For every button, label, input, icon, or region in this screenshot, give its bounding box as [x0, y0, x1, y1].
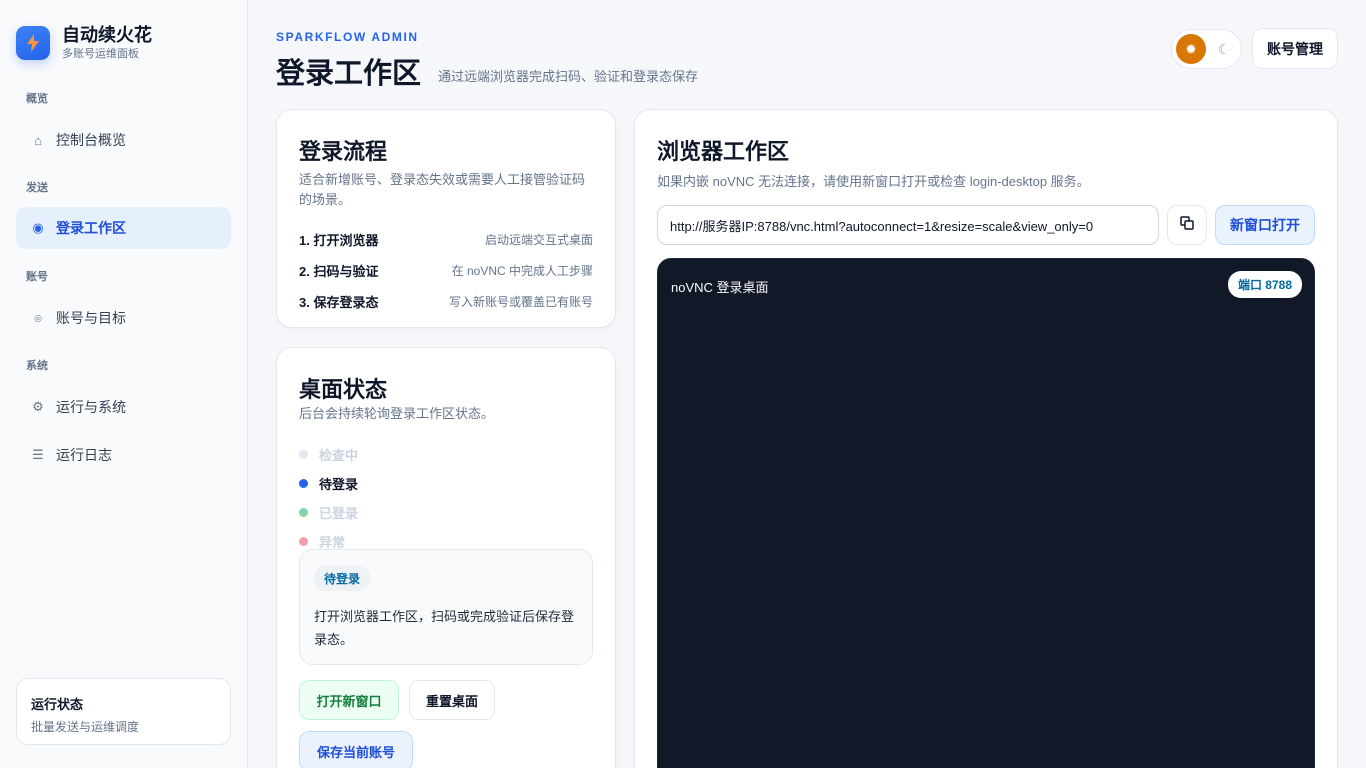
status-checking: 检查中 — [299, 440, 593, 469]
status-dot-icon — [299, 537, 308, 546]
page-title: 登录工作区 — [276, 58, 422, 90]
brand-title: 自动续火花 — [62, 25, 152, 45]
sidebar-item-label: 运行日志 — [56, 447, 112, 463]
sidebar-item-accounts[interactable]: ◎ 账号与目标 — [16, 297, 231, 339]
home-icon: ⌂ — [34, 132, 42, 148]
target-icon: ◎ — [34, 312, 42, 323]
flow-title: 登录流程 — [299, 139, 388, 164]
browser-description: 如果内嵌 noVNC 无法连接，请使用新窗口打开或检查 login-deskto… — [657, 174, 1090, 189]
dot-icon: ◉ — [32, 220, 44, 235]
open-new-window-button[interactable]: 打开新窗口 — [299, 680, 399, 720]
copy-url-button[interactable] — [1167, 205, 1207, 245]
step-name: 2. 扫码与验证 — [299, 264, 379, 279]
sidebar-item-label: 登录工作区 — [56, 220, 126, 236]
status-label: 检查中 — [319, 448, 359, 463]
browser-title: 浏览器工作区 — [657, 139, 790, 164]
sidebar-item-dashboard[interactable]: ⌂ 控制台概览 — [16, 119, 231, 161]
brand[interactable]: 自动续火花 多账号运维面板 — [16, 24, 152, 62]
nav-section-overview: 概览 — [26, 93, 48, 105]
reset-desktop-button[interactable]: 重置桌面 — [409, 680, 495, 720]
vnc-url-field[interactable]: http://服务器IP:8788/vnc.html?autoconnect=1… — [657, 205, 1159, 245]
step-hint: 写入新账号或覆盖已有账号 — [448, 295, 593, 309]
step-hint: 在 noVNC 中完成人工步骤 — [451, 264, 593, 278]
status-label: 待登录 — [319, 477, 359, 492]
sun-icon[interactable]: ✹ — [1176, 34, 1206, 64]
status-pending: 待登录 — [299, 469, 593, 498]
status-dot-icon — [299, 508, 308, 517]
sidebar: 自动续火花 多账号运维面板 概览 ⌂ 控制台概览 发送 ◉ 登录工作区 账号 ◎… — [0, 0, 248, 768]
desktop-description: 后台会持续轮询登录工作区状态。 — [299, 406, 495, 421]
open-in-new-window-button[interactable]: 新窗口打开 — [1215, 205, 1315, 245]
sidebar-item-login-workspace[interactable]: ◉ 登录工作区 — [16, 207, 231, 249]
status-dot-icon — [299, 479, 308, 488]
status-badge: 待登录 — [314, 566, 371, 591]
gear-icon: ⚙ — [32, 399, 44, 414]
current-status-box: 待登录 打开浏览器工作区，扫码或完成验证后保存登录态。 — [299, 549, 593, 665]
nav-section-system: 系统 — [26, 360, 48, 372]
desktop-title: 桌面状态 — [299, 377, 388, 402]
flow-step: 1. 打开浏览器 启动远端交互式桌面 — [299, 224, 593, 255]
list-icon: ☰ — [32, 447, 44, 462]
bolt-icon — [16, 26, 50, 60]
moon-icon[interactable]: ☾ — [1218, 41, 1231, 58]
run-status-card: 运行状态 批量发送与运维调度 — [16, 678, 231, 745]
step-hint: 启动远端交互式桌面 — [484, 233, 593, 247]
flow-steps: 1. 打开浏览器 启动远端交互式桌面 2. 扫码与验证 在 noVNC 中完成人… — [299, 224, 593, 317]
step-name: 3. 保存登录态 — [299, 295, 379, 310]
save-current-account-button[interactable]: 保存当前账号 — [299, 731, 413, 768]
sidebar-item-logs[interactable]: ☰ 运行日志 — [16, 434, 231, 476]
eyebrow: SPARKFLOW ADMIN — [276, 30, 419, 44]
sidebar-item-label: 账号与目标 — [56, 310, 126, 326]
desktop-status-card: 桌面状态 后台会持续轮询登录工作区状态。 检查中 待登录 已登录 异常 待登录 … — [276, 347, 616, 768]
novnc-viewport[interactable]: noVNC 登录桌面 端口 8788 — [657, 258, 1315, 768]
status-logged-in: 已登录 — [299, 498, 593, 527]
nav-section-send: 发送 — [26, 182, 48, 194]
brand-subtitle: 多账号运维面板 — [62, 48, 139, 60]
account-management-button[interactable]: 账号管理 — [1252, 28, 1338, 69]
nav-section-account: 账号 — [26, 271, 48, 283]
status-message: 打开浏览器工作区，扫码或完成验证后保存登录态。 — [314, 609, 575, 647]
run-status-title: 运行状态 — [31, 697, 84, 712]
status-label: 已登录 — [319, 506, 359, 521]
flow-step: 2. 扫码与验证 在 noVNC 中完成人工步骤 — [299, 255, 593, 286]
port-badge: 端口 8788 — [1227, 271, 1302, 298]
sidebar-item-system[interactable]: ⚙ 运行与系统 — [16, 386, 231, 428]
flow-step: 3. 保存登录态 写入新账号或覆盖已有账号 — [299, 286, 593, 317]
vnc-title: noVNC 登录桌面 — [671, 280, 769, 295]
sidebar-item-label: 控制台概览 — [56, 132, 126, 148]
flow-description: 适合新增账号、登录态失效或需要人工接管验证码的场景。 — [299, 172, 586, 207]
page-subtitle: 通过远端浏览器完成扫码、验证和登录态保存 — [438, 69, 699, 84]
theme-toggle[interactable]: ✹ ☾ — [1171, 29, 1242, 69]
status-list: 检查中 待登录 已登录 异常 — [299, 440, 593, 556]
copy-icon — [1180, 215, 1194, 235]
step-name: 1. 打开浏览器 — [299, 233, 379, 248]
status-dot-icon — [299, 450, 308, 459]
sidebar-item-label: 运行与系统 — [56, 399, 126, 415]
browser-workspace-card: 浏览器工作区 如果内嵌 noVNC 无法连接，请使用新窗口打开或检查 login… — [634, 109, 1338, 768]
login-flow-card: 登录流程 适合新增账号、登录态失效或需要人工接管验证码的场景。 1. 打开浏览器… — [276, 109, 616, 328]
run-status-subtitle: 批量发送与运维调度 — [31, 720, 140, 734]
